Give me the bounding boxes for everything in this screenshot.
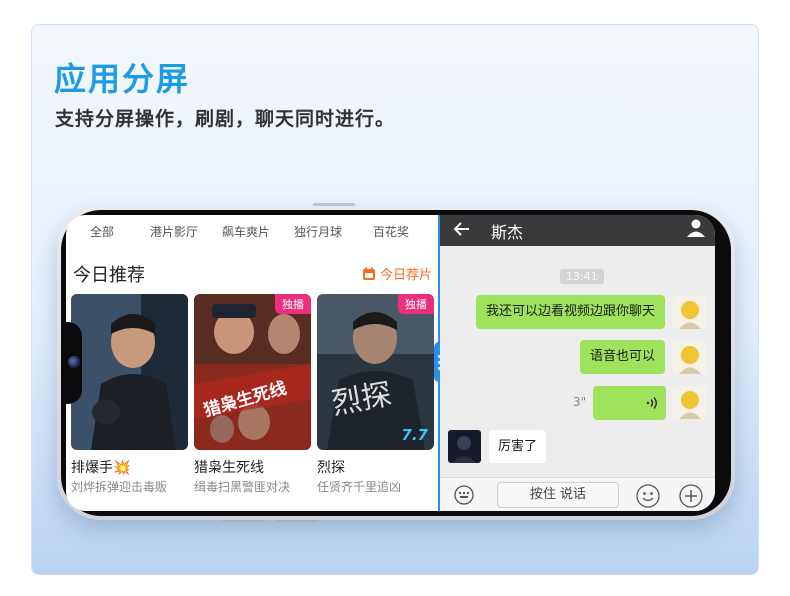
exclusive-badge: 独播 <box>275 294 311 314</box>
movie-poster[interactable]: 独播 烈探 7.7 <box>317 294 434 450</box>
calendar-icon <box>363 267 375 280</box>
avatar <box>673 341 706 374</box>
category-moon[interactable]: 独行月球 <box>294 223 342 240</box>
movie-title[interactable]: 猎枭生死线 <box>194 457 264 477</box>
category-all[interactable]: 全部 <box>90 223 114 240</box>
exclusive-badge: 独播 <box>398 294 434 314</box>
chat-app-pane: 斯杰 13:41 我还可以边看视频边跟你聊天 语音也可以 3" 厉害了 按住 说… <box>440 215 715 511</box>
phone-screen: 全部 港片影厅 飙车爽片 独行月球 百花奖 今日推荐 今日荐片 独播 猎枭生死线… <box>66 215 715 511</box>
movie-title[interactable]: 排爆手💥 <box>71 457 130 477</box>
movie-poster[interactable] <box>71 294 188 450</box>
sent-message[interactable]: 我还可以边看视频边跟你聊天 <box>475 295 665 329</box>
voice-duration: 3" <box>573 395 587 409</box>
category-racing[interactable]: 飙车爽片 <box>222 223 270 240</box>
chat-timestamp: 13:41 <box>560 269 604 284</box>
user-profile-icon[interactable] <box>686 218 706 238</box>
section-title: 今日推荐 <box>73 265 145 286</box>
poster-art-1 <box>71 294 188 450</box>
plus-icon[interactable] <box>679 484 703 508</box>
today-picks-label: 今日荐片 <box>380 268 433 283</box>
video-app-pane: 全部 港片影厅 飙车爽片 独行月球 百花奖 今日推荐 今日荐片 独播 猎枭生死线… <box>66 215 438 511</box>
poster-art-2 <box>194 294 311 450</box>
avatar <box>448 430 481 463</box>
chat-header: 斯杰 <box>440 215 715 246</box>
movie-desc: 缉毒扫黑警匪对决 <box>194 480 291 494</box>
movie-desc: 刘烨拆弹迎击毒贩 <box>71 480 168 494</box>
hold-to-talk-button[interactable]: 按住 说话 <box>497 482 619 508</box>
received-message[interactable]: 厉害了 <box>489 430 547 463</box>
voice-wave-icon <box>646 397 657 409</box>
front-camera <box>68 356 80 368</box>
emoji-icon[interactable] <box>636 484 660 508</box>
contact-name: 斯杰 <box>491 223 524 242</box>
movie-title[interactable]: 烈探 <box>317 457 345 477</box>
chat-input-bar: 按住 说话 <box>440 477 715 511</box>
movie-poster[interactable]: 独播 猎枭生死线 <box>194 294 311 450</box>
page-subtitle: 支持分屏操作，刷剧，聊天同时进行。 <box>55 108 396 130</box>
page-title: 应用分屏 <box>54 60 191 98</box>
category-awards[interactable]: 百花奖 <box>373 223 409 240</box>
avatar <box>673 386 706 419</box>
avatar <box>673 296 706 329</box>
movie-rating: 7.7 <box>401 426 428 444</box>
sent-message[interactable]: 语音也可以 <box>579 340 665 374</box>
back-arrow-icon[interactable] <box>453 220 471 238</box>
today-picks-link[interactable]: 今日荐片 <box>362 264 432 283</box>
category-bar: 全部 港片影厅 飙车爽片 独行月球 百花奖 <box>66 223 438 241</box>
category-hk-cinema[interactable]: 港片影厅 <box>150 223 198 240</box>
movie-desc: 任贤齐千里追凶 <box>317 480 402 494</box>
keyboard-icon[interactable] <box>450 485 478 505</box>
